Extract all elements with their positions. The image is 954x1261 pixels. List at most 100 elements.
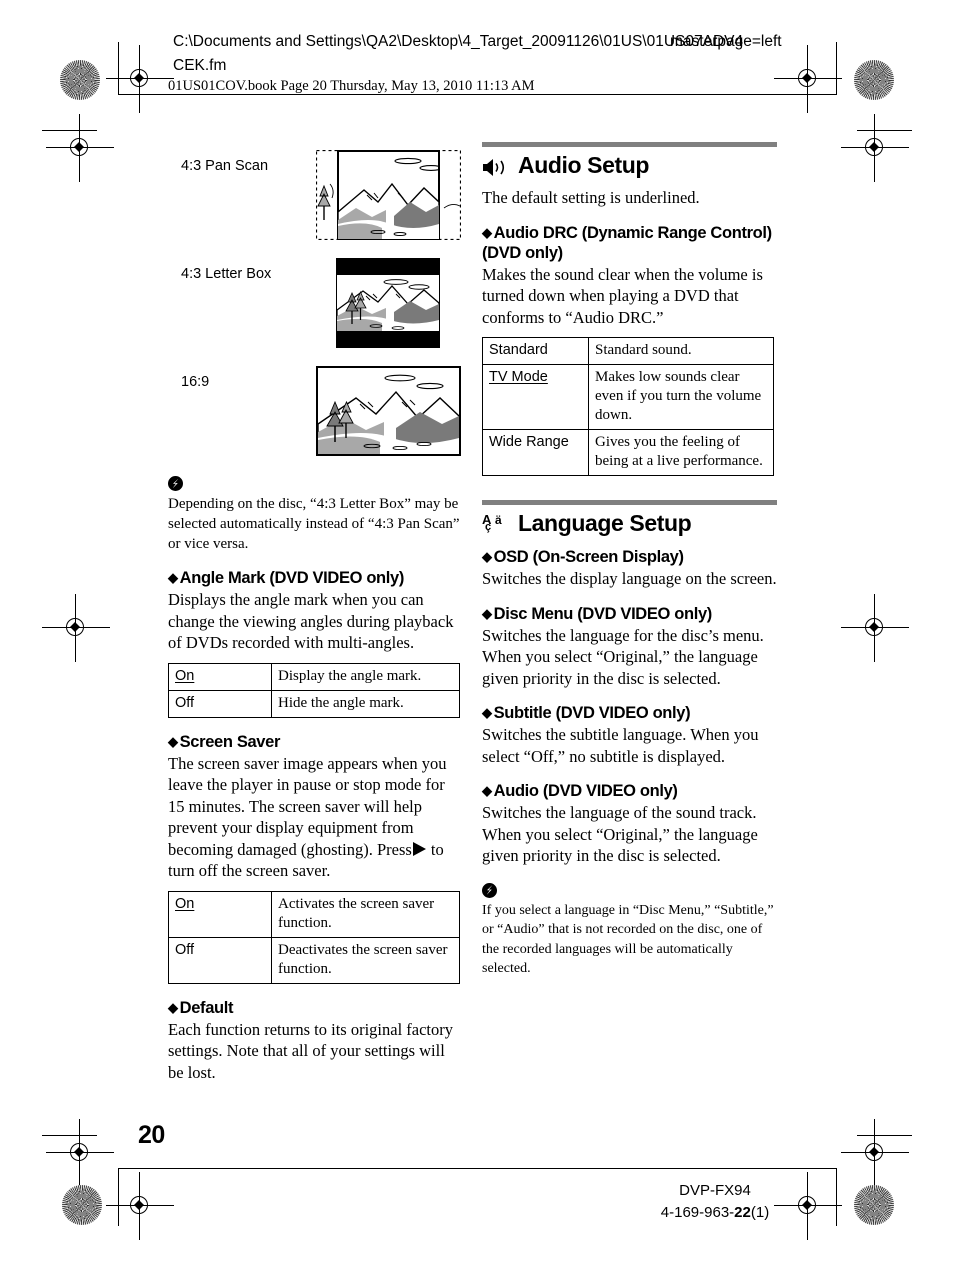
- header-masterpage-overlay: masterpage=left: [670, 33, 782, 50]
- language-icon-a-umlaut: ä: [495, 512, 502, 527]
- header-file-path: C:\Documents and Settings\QA2\Desktop\4_…: [173, 30, 853, 78]
- screen-illustration-wide: [316, 366, 461, 456]
- heading-osd: ◆ OSD (On-Screen Display): [482, 547, 777, 567]
- crop-rule-top-left-vertical: [118, 42, 119, 94]
- table-cell-key: On: [168, 662, 272, 691]
- header-file-path-line2: CEK.fm: [173, 57, 227, 74]
- section-language-setup-header: A ç ä Language Setup: [482, 500, 777, 537]
- footer: DVP-FX94 4-169-963-22(1): [600, 1180, 830, 1224]
- heading-default-label: Default: [179, 998, 234, 1017]
- table-cell-key: Off: [168, 936, 272, 984]
- table-cell-value: Gives you the feeling of being at a live…: [588, 429, 774, 476]
- table-audio-drc: Standard Standard sound. TV Mode Makes l…: [482, 337, 774, 476]
- table-row: On Display the angle mark.: [168, 662, 460, 691]
- body-audio-setup-intro: The default setting is underlined.: [482, 188, 700, 207]
- body-audio-lang: Switches the language of the sound track…: [482, 803, 758, 865]
- body-screen-saver: The screen saver image appears when you …: [168, 753, 463, 882]
- heading-audio-lang: ◆ Audio (DVD VIDEO only): [482, 781, 777, 801]
- heading-screen-saver-label: Screen Saver: [179, 732, 281, 751]
- speaker-icon: [482, 156, 509, 176]
- table-cell-key: Off: [168, 689, 272, 718]
- registration-target-left-middle: [42, 594, 110, 662]
- registration-target-right-upper: [841, 114, 909, 182]
- table-cell-value: Deactivates the screen saver function.: [271, 936, 460, 984]
- diamond-bullet-icon: ◆: [168, 570, 178, 585]
- diamond-bullet-icon: ◆: [168, 999, 178, 1015]
- heading-subtitle-label: Subtitle (DVD VIDEO only): [493, 704, 691, 722]
- figure-label-wide: 16:9: [181, 374, 210, 390]
- table-cell-value: Standard sound.: [588, 337, 774, 365]
- screen-illustration-letter-box: [336, 258, 440, 348]
- registration-target-left-upper: [46, 114, 114, 182]
- table-cell-value: Activates the screen saver function.: [271, 890, 460, 938]
- body-audio-drc: Makes the sound clear when the volume is…: [482, 264, 763, 327]
- registration-target-bottom-left: [106, 1172, 174, 1240]
- crop-rule-bottom-left-vertical: [118, 1168, 119, 1226]
- header-file-path-line1: C:\Documents and Settings\QA2\Desktop\4_…: [173, 33, 744, 50]
- screen-illustration-pan-scan: [316, 150, 461, 240]
- body-screen-saver-part1: The screen saver image appears when you …: [168, 753, 447, 859]
- table-cell-key: Standard: [482, 337, 589, 365]
- page-number: 20: [138, 1121, 165, 1149]
- footer-doc-bold: 22: [734, 1204, 751, 1221]
- body-subtitle: Switches the subtitle language. When you…: [482, 725, 759, 766]
- table-cell-key: On: [168, 890, 272, 938]
- table-screen-saver: On Activates the screen saver function. …: [168, 890, 460, 984]
- table-row: Wide Range Gives you the feeling of bein…: [482, 429, 774, 476]
- footer-doc-suffix: (1): [750, 1204, 770, 1221]
- figure-letter-box: 4:3 Letter Box: [168, 258, 463, 350]
- figure-pan-scan: 4:3 Pan Scan: [168, 150, 463, 242]
- section-title-language-setup-label: Language Setup: [518, 510, 692, 536]
- registration-rosette-top-left: [60, 60, 100, 100]
- heading-disc-menu: ◆ Disc Menu (DVD VIDEO only): [482, 604, 777, 624]
- heading-subtitle: ◆ Subtitle (DVD VIDEO only): [482, 703, 777, 723]
- letter-box-svg: [336, 258, 440, 348]
- note-text-aspect: Depending on the disc, “4:3 Letter Box” …: [168, 496, 460, 552]
- table-angle-mark: On Display the angle mark. Off Hide the …: [168, 662, 460, 718]
- figure-wide: 16:9: [168, 366, 463, 458]
- heading-angle-mark-label: Angle Mark (DVD VIDEO only): [179, 569, 405, 587]
- heading-audio-drc-line2: (DVD only): [482, 243, 563, 262]
- diamond-bullet-icon: ◆: [482, 549, 492, 564]
- registration-target-right-middle: [841, 594, 909, 662]
- diamond-bullet-icon: ◆: [482, 783, 492, 798]
- section-title-audio-setup: Audio Setup: [482, 152, 777, 179]
- footer-doc-number: 4-169-963-22(1): [600, 1202, 830, 1224]
- language-abc-icon: A ç ä: [482, 512, 509, 535]
- angle-mark-on-key: On: [175, 667, 195, 684]
- registration-rosette-top-right: [854, 60, 894, 100]
- screen-saver-on-key: On: [175, 895, 195, 912]
- registration-target-top-left: [106, 45, 174, 113]
- note-icon: [482, 882, 497, 898]
- section-divider-bar: [482, 500, 777, 505]
- body-default: Each function returns to its original fa…: [168, 1019, 453, 1082]
- footer-doc-prefix: 4-169-963-: [660, 1204, 735, 1221]
- body-angle-mark: Displays the angle mark when you can cha…: [168, 590, 454, 652]
- table-row: TV Mode Makes low sounds clear even if y…: [482, 364, 774, 430]
- table-cell-key: TV Mode: [482, 364, 589, 430]
- left-column: 4:3 Pan Scan 4:3 Letter Box 16:9 Dependi…: [168, 150, 463, 1083]
- section-title-audio-setup-label: Audio Setup: [518, 152, 650, 178]
- table-row: On Activates the screen saver function.: [168, 890, 460, 938]
- right-column: Audio Setup The default setting is under…: [482, 142, 777, 979]
- diamond-bullet-icon: ◆: [482, 705, 492, 720]
- table-cell-value: Hide the angle mark.: [271, 689, 460, 718]
- wide-16-9-svg: [316, 366, 461, 456]
- note-text-language: If you select a language in “Disc Menu,”…: [482, 902, 774, 977]
- heading-audio-lang-label: Audio (DVD VIDEO only): [493, 782, 678, 800]
- heading-default: ◆ Default: [168, 998, 463, 1018]
- pan-scan-svg: [316, 150, 461, 240]
- table-cell-value: Makes low sounds clear even if you turn …: [588, 364, 774, 430]
- registration-target-right-lower: [841, 1119, 909, 1187]
- table-cell-value: Display the angle mark.: [271, 662, 460, 691]
- registration-target-left-lower: [46, 1119, 114, 1187]
- header-book-line: 01US01COV.book Page 20 Thursday, May 13,…: [168, 78, 535, 94]
- table-row: Off Deactivates the screen saver functio…: [168, 936, 460, 984]
- body-disc-menu: Switches the language for the disc’s men…: [482, 625, 764, 688]
- heading-audio-drc: ◆ Audio DRC (Dynamic Range Control) (DVD …: [482, 223, 777, 263]
- body-osd: Switches the display language on the scr…: [482, 569, 777, 588]
- heading-disc-menu-label: Disc Menu (DVD VIDEO only): [493, 604, 713, 623]
- diamond-bullet-icon: ◆: [482, 224, 492, 240]
- table-cell-key: Wide Range: [482, 429, 589, 476]
- table-row: Standard Standard sound.: [482, 337, 774, 365]
